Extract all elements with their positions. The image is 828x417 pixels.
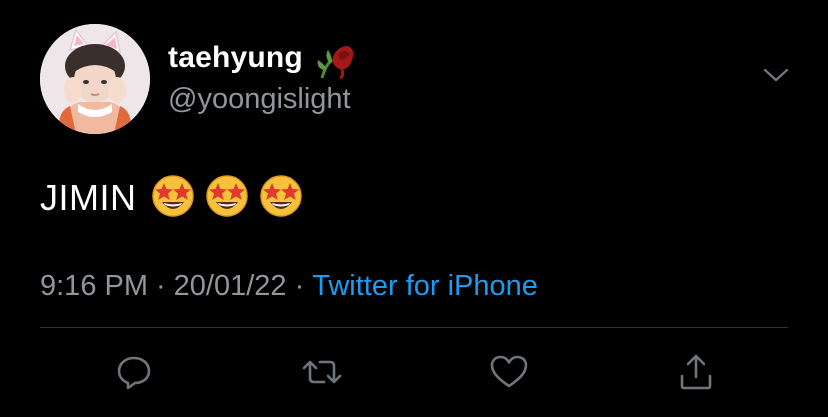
tweet-date[interactable]: 20/01/22 (174, 270, 287, 302)
divider (40, 327, 788, 328)
reply-icon (117, 356, 151, 390)
like-icon (490, 355, 528, 388)
tweet-meta: 9:16 PM · 20/01/22 · Twitter for iPhone (40, 268, 538, 304)
avatar[interactable] (40, 24, 150, 134)
meta-separator: · (294, 270, 305, 302)
chevron-down-icon[interactable] (762, 66, 790, 84)
tweet-card: taehyung @yoongislight JIMIN 9:16 PM · 2… (0, 0, 828, 417)
tweet-source-link[interactable]: Twitter for iPhone (312, 270, 538, 302)
user-handle[interactable]: @yoongislight (168, 82, 351, 116)
retweet-icon (302, 360, 342, 384)
star-struck-emoji (260, 175, 302, 217)
tweet-text: JIMIN (40, 177, 137, 218)
share-icon (680, 354, 712, 390)
emoji-row (150, 172, 312, 218)
tweet-time: 9:16 PM (40, 270, 148, 302)
retweet-button[interactable] (300, 350, 344, 394)
wilted-rose-emoji (317, 46, 354, 80)
display-name[interactable]: taehyung (168, 40, 303, 76)
like-button[interactable] (487, 350, 531, 394)
star-struck-emoji (152, 175, 194, 217)
meta-separator: · (156, 270, 166, 302)
star-struck-emoji (206, 175, 248, 217)
share-button[interactable] (674, 350, 718, 394)
reply-button[interactable] (112, 350, 156, 394)
